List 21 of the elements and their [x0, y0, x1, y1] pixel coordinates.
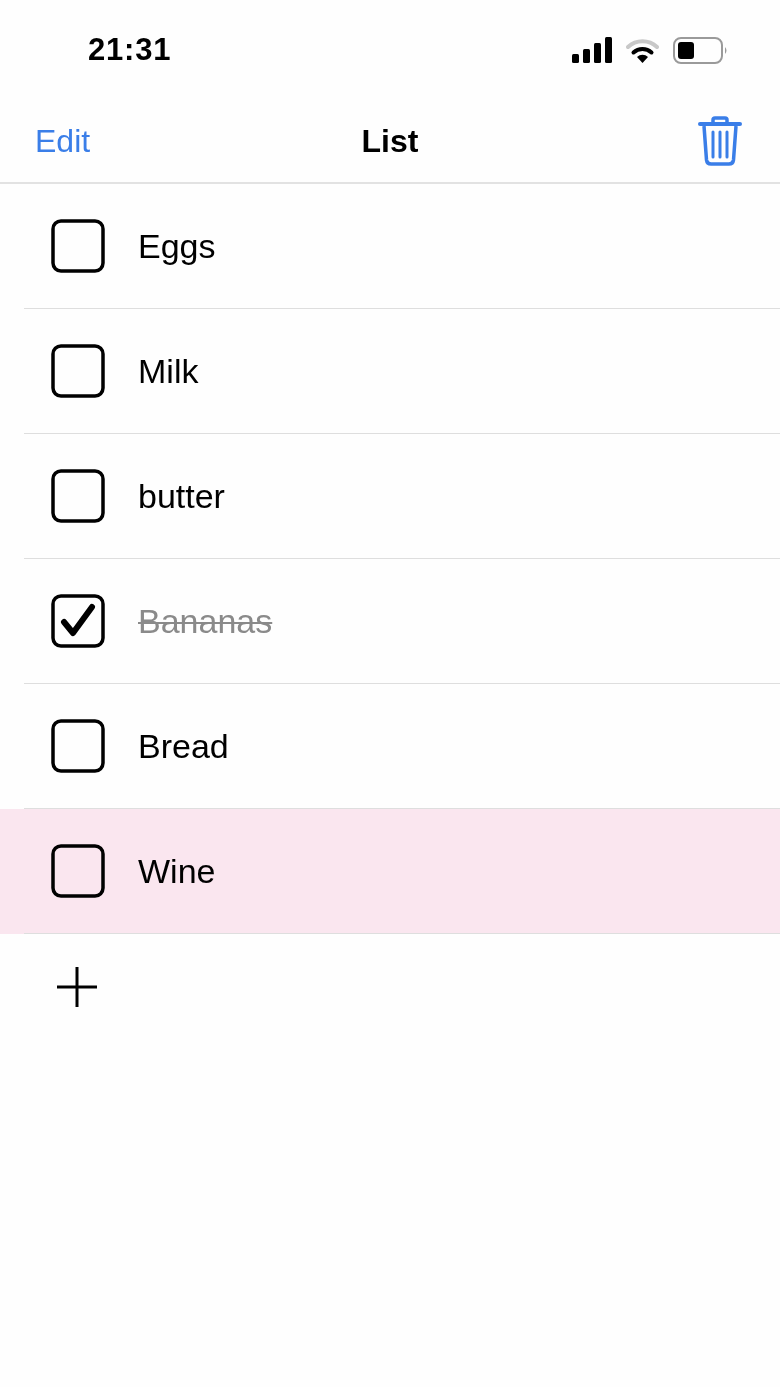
- checkbox[interactable]: [51, 844, 105, 898]
- item-label: Eggs: [138, 225, 216, 267]
- edit-button[interactable]: Edit: [35, 125, 91, 157]
- item-label: Milk: [138, 350, 199, 392]
- item-label: Wine: [138, 850, 216, 892]
- nav-title: List: [361, 125, 419, 157]
- checkbox[interactable]: [51, 469, 105, 523]
- add-icon[interactable]: [57, 967, 97, 1007]
- item-label: Bread: [138, 725, 229, 767]
- trash-icon[interactable]: [698, 116, 742, 166]
- checkbox[interactable]: [51, 344, 105, 398]
- item-label: butter: [138, 475, 225, 517]
- status-time: 21:31: [88, 30, 172, 69]
- signal-icon: [572, 37, 612, 63]
- battery-icon: [673, 36, 728, 64]
- list-row[interactable]: Wine: [0, 809, 780, 934]
- checkbox[interactable]: [51, 219, 105, 273]
- wifi-icon: [626, 37, 659, 63]
- checkbox[interactable]: [51, 594, 105, 648]
- checkbox[interactable]: [51, 719, 105, 773]
- item-label: Bananas: [138, 600, 273, 642]
